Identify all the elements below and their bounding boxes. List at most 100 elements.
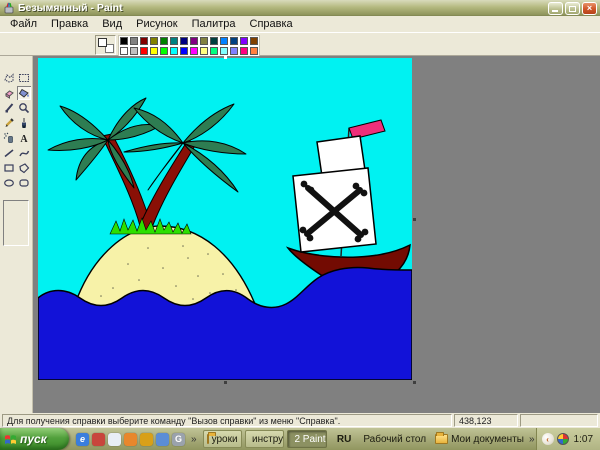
tool-select[interactable] [17,71,31,85]
palette-color-swatch[interactable] [129,36,139,46]
restore-button[interactable] [565,2,580,15]
palette-color-swatch[interactable] [149,36,159,46]
system-tray: ‹ 1:07 [536,428,600,450]
fill-icon [18,87,30,99]
tool-pick-color[interactable] [2,101,16,115]
hide-icons-button[interactable]: ‹ [542,433,554,445]
selected-colors-indicator[interactable] [95,35,116,55]
notepad-icon[interactable] [108,433,121,446]
menu-item-3[interactable]: Рисунок [129,17,185,31]
rounded-rectangle-icon [18,177,30,189]
palette-color-swatch[interactable] [209,46,219,56]
mail-client-icon[interactable] [156,433,169,446]
palette-color-swatch[interactable] [149,46,159,56]
palette-color-swatch[interactable] [169,46,179,56]
tool-curve[interactable] [17,146,31,160]
my-documents-label: Мои документы [451,434,524,445]
menu-item-1[interactable]: Правка [44,17,95,31]
tool-eraser[interactable] [2,86,16,100]
close-button[interactable]: × [582,2,597,15]
palette-color-swatch[interactable] [159,46,169,56]
palette-color-swatch[interactable] [199,46,209,56]
text-icon: A [18,132,30,144]
messenger-icon[interactable] [124,433,137,446]
tool-free-form-select[interactable] [2,71,16,85]
palette-color-swatch[interactable] [209,36,219,46]
palette-color-swatch[interactable] [179,36,189,46]
tool-line[interactable] [2,146,16,160]
brush-icon [18,117,30,129]
palette-color-swatch[interactable] [169,36,179,46]
tool-options-box[interactable] [3,200,29,246]
canvas-resize-handle-right[interactable] [413,218,416,221]
gold-app-icon[interactable] [140,433,153,446]
palette-color-swatch[interactable] [129,46,139,56]
pick-color-icon [3,102,15,114]
paint-window: Безымянный - Paint × ФайлПравкаВидРисуно… [0,0,600,450]
palette-color-swatch[interactable] [249,46,259,56]
color-palette [95,35,260,57]
palette-color-swatch[interactable] [159,36,169,46]
taskbar-task-instructions[interactable]: инструк... [245,430,284,448]
desktop-toolbar[interactable]: Рабочий стол [363,434,426,445]
tool-ellipse[interactable] [2,176,16,190]
tool-rounded-rectangle[interactable] [17,176,31,190]
task-label: 2 Paint [294,434,325,445]
palette-color-swatch[interactable] [179,46,189,56]
folder-icon [435,434,448,444]
menu-item-5[interactable]: Справка [243,17,300,31]
paint-canvas[interactable] [38,58,412,380]
palette-color-swatch[interactable] [189,36,199,46]
windows-flag-icon [4,433,17,446]
canvas-resize-handle-bottom[interactable] [224,381,227,384]
palette-color-swatch[interactable] [119,46,129,56]
menu-item-0[interactable]: Файл [3,17,44,31]
tool-magnifier[interactable] [17,101,31,115]
menu-item-4[interactable]: Палитра [185,17,243,31]
palette-color-swatch[interactable] [249,36,259,46]
foreground-color-swatch [98,38,107,47]
palette-color-swatch[interactable] [219,46,229,56]
rectangle-icon [3,162,15,174]
palette-color-swatch[interactable] [139,36,149,46]
palette-color-swatch[interactable] [119,36,129,46]
start-button-label: пуск [20,432,47,446]
tool-rectangle[interactable] [2,161,16,175]
start-button[interactable]: пуск [0,428,69,450]
browser-globe-icon[interactable] [92,433,105,446]
toolbar-overflow-chevron[interactable]: » [528,434,536,445]
taskbar: пуск e G » уроки и... инструк... 2 Paint [0,428,600,450]
palette-color-swatch[interactable] [199,36,209,46]
menu-item-2[interactable]: Вид [95,17,129,31]
palette-color-swatch[interactable] [219,36,229,46]
selection-size-panel [520,414,598,427]
tool-grid: A [2,71,32,190]
palette-color-swatch[interactable] [189,46,199,56]
tool-airbrush[interactable] [2,131,16,145]
quick-launch-overflow-chevron[interactable]: » [190,434,198,445]
tool-pencil[interactable] [2,116,16,130]
polygon-icon [18,162,30,174]
tool-brush[interactable] [17,116,31,130]
language-indicator[interactable]: RU [333,432,355,447]
taskbar-task-lessons[interactable]: уроки и... [203,430,242,448]
canvas-resize-handle-top[interactable] [224,56,227,59]
minimize-button[interactable] [548,2,563,15]
tool-polygon[interactable] [17,161,31,175]
palette-color-swatch[interactable] [239,36,249,46]
eraser-icon [3,87,15,99]
palette-color-swatch[interactable] [229,36,239,46]
palette-color-swatch[interactable] [229,46,239,56]
internet-explorer-icon[interactable]: e [76,433,89,446]
svg-text:A: A [20,134,28,144]
my-documents-toolbar[interactable]: Мои документы [435,434,524,445]
tool-text[interactable]: A [17,131,31,145]
palette-color-swatch[interactable] [139,46,149,56]
tool-fill-selected[interactable] [17,86,31,100]
g-app-icon[interactable]: G [172,433,185,446]
color-wheel-tray-icon[interactable] [557,433,569,445]
taskbar-task-paint-group[interactable]: 2 Paint ▾ [287,430,326,448]
canvas-resize-handle-corner[interactable] [413,381,416,384]
palette-color-swatch[interactable] [239,46,249,56]
title-bar[interactable]: Безымянный - Paint × [0,0,600,16]
